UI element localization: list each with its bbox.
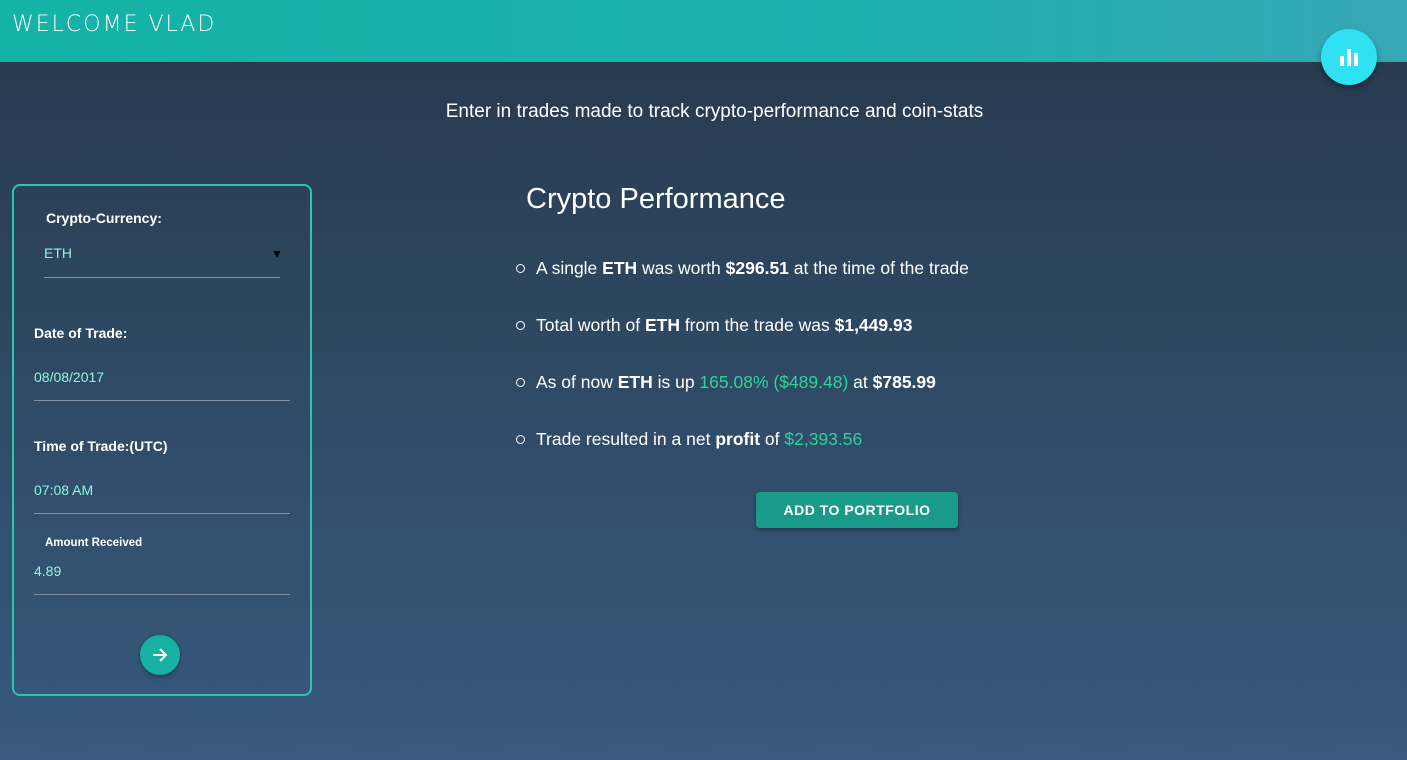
add-to-portfolio-button[interactable]: ADD TO PORTFOLIO xyxy=(756,492,958,528)
net-profit-value: $2,393.56 xyxy=(784,429,863,449)
list-item: A single ETH was worth $296.51 at the ti… xyxy=(516,256,1216,313)
time-input[interactable]: 07:08 AM xyxy=(34,482,93,498)
amount-input[interactable]: 4.89 xyxy=(34,563,61,579)
amount-underline xyxy=(34,594,290,595)
list-item: Trade resulted in a net profit of $2,393… xyxy=(516,427,1216,484)
arrow-right-icon xyxy=(153,648,168,662)
bullet-icon xyxy=(516,378,525,387)
top-bar: WELCOME VLAD xyxy=(0,0,1407,62)
price-change: 165.08% ($489.48) xyxy=(699,372,849,392)
submit-trade-button[interactable] xyxy=(140,635,180,675)
time-label: Time of Trade:(UTC) xyxy=(34,438,168,454)
date-label: Date of Trade: xyxy=(34,325,128,341)
bullet-icon xyxy=(516,435,525,444)
trade-form-card: Crypto-Currency: ETH ▼ Date of Trade: 08… xyxy=(12,184,312,696)
welcome-title: WELCOME VLAD xyxy=(12,12,217,37)
dropdown-caret-icon[interactable]: ▼ xyxy=(271,247,283,261)
currency-select[interactable]: ETH xyxy=(44,245,72,261)
currency-underline xyxy=(44,277,280,278)
bullet-icon xyxy=(516,264,525,273)
bar-chart-icon xyxy=(1340,49,1358,66)
date-input[interactable]: 08/08/2017 xyxy=(34,369,104,385)
time-underline xyxy=(34,513,290,514)
bullet-icon xyxy=(516,321,525,330)
date-underline xyxy=(34,400,290,401)
stats-button[interactable] xyxy=(1321,29,1377,85)
page-subtitle: Enter in trades made to track crypto-per… xyxy=(445,101,984,122)
list-item: Total worth of ETH from the trade was $1… xyxy=(516,313,1216,370)
performance-title: Crypto Performance xyxy=(526,183,786,215)
currency-label: Crypto-Currency: xyxy=(46,210,162,226)
amount-label: Amount Received xyxy=(45,537,143,549)
performance-list: A single ETH was worth $296.51 at the ti… xyxy=(516,256,1216,484)
list-item: As of now ETH is up 165.08% ($489.48) at… xyxy=(516,370,1216,427)
